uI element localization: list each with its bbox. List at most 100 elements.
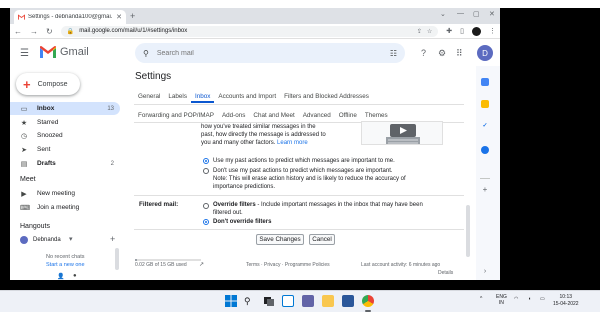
side-panel bbox=[476, 66, 500, 280]
chevron-up-icon[interactable]: ^ bbox=[480, 296, 482, 302]
tab-forwarding[interactable]: Forwarding and POP/IMAP bbox=[134, 109, 218, 122]
chrome-icon[interactable] bbox=[362, 295, 374, 307]
tab-inbox[interactable]: Inbox bbox=[190, 90, 215, 103]
override-filters-radio[interactable] bbox=[203, 203, 209, 209]
cancel-button[interactable]: Cancel bbox=[309, 234, 335, 245]
task-view-icon[interactable] bbox=[263, 295, 275, 307]
override-filters-label[interactable]: Override filters - Include important mes… bbox=[213, 201, 423, 209]
intro-line: past, how directly the message is addres… bbox=[201, 132, 326, 138]
widgets-icon[interactable] bbox=[282, 295, 294, 307]
address-bar[interactable]: 🔒 mail.google.com/mail/u/1/#settings/inb… bbox=[60, 25, 439, 37]
start-icon[interactable] bbox=[225, 295, 237, 307]
browser-tab[interactable]: Settings - debnanda100@gmai... ✕ bbox=[14, 10, 126, 24]
more-menu-icon[interactable]: ⋮ bbox=[489, 27, 496, 35]
use-past-actions-radio[interactable] bbox=[203, 158, 209, 164]
gmail-logo[interactable]: Gmail bbox=[40, 46, 89, 58]
search-bar[interactable]: ⚲ ☷ bbox=[135, 43, 405, 63]
tab-filters[interactable]: Filters and Blocked Addresses bbox=[280, 90, 373, 103]
gmail-favicon-icon bbox=[18, 14, 25, 20]
keep-icon[interactable] bbox=[481, 100, 489, 108]
sidebar-item-drafts[interactable]: ▤ Drafts 2 bbox=[10, 157, 120, 170]
search-options-icon[interactable]: ☷ bbox=[390, 49, 397, 58]
chevron-down-icon[interactable]: ▾ bbox=[69, 235, 73, 243]
open-storage-icon[interactable]: ↗ bbox=[199, 261, 204, 268]
language-indicator[interactable]: ENG IN bbox=[496, 294, 507, 306]
tab-accounts-import[interactable]: Accounts and Import bbox=[214, 90, 280, 103]
close-window-icon[interactable]: ✕ bbox=[489, 10, 495, 18]
chevron-down-icon[interactable]: ⌄ bbox=[440, 10, 446, 18]
settings-tabs-row1: General Labels Inbox Accounts and Import… bbox=[134, 90, 373, 103]
sidebar-item-snoozed[interactable]: ◷ Snoozed bbox=[10, 129, 120, 142]
start-new-chat-link[interactable]: Start a new one bbox=[46, 262, 85, 268]
add-chat-icon[interactable]: + bbox=[110, 234, 115, 244]
apps-grid-icon[interactable]: ⠿ bbox=[456, 48, 463, 59]
star-icon: ★ bbox=[20, 119, 28, 127]
extensions-icon[interactable]: ✚ bbox=[446, 27, 452, 35]
importance-intro: how you've treated similar messages in t… bbox=[201, 123, 326, 147]
dont-use-past-actions-label[interactable]: Don't use my past actions to predict whi… bbox=[213, 167, 393, 175]
details-link[interactable]: Details bbox=[438, 270, 453, 276]
join-meeting-link[interactable]: ⌨ Join a meeting bbox=[10, 201, 120, 214]
url-text[interactable]: mail.google.com/mail/u/1/#settings/inbox bbox=[79, 28, 412, 34]
calendar-icon[interactable] bbox=[481, 78, 489, 86]
dont-use-past-actions-radio[interactable] bbox=[203, 168, 209, 174]
forward-icon[interactable]: → bbox=[30, 27, 38, 36]
use-past-actions-label[interactable]: Use my past actions to predict which mes… bbox=[213, 157, 395, 165]
wifi-icon[interactable]: ◠ bbox=[514, 296, 518, 302]
new-tab-icon[interactable]: + bbox=[130, 11, 135, 21]
search-icon[interactable]: ⚲ bbox=[143, 49, 149, 58]
compose-label: Compose bbox=[37, 80, 68, 88]
teams-icon[interactable] bbox=[302, 295, 314, 307]
word-icon[interactable] bbox=[342, 295, 354, 307]
sidebar-item-starred[interactable]: ★ Starred bbox=[10, 116, 120, 129]
new-meeting-link[interactable]: ▶ New meeting bbox=[10, 187, 120, 200]
tab-labels[interactable]: Labels bbox=[164, 90, 191, 103]
compose-button[interactable]: + Compose bbox=[16, 73, 80, 95]
page-title: Settings bbox=[135, 71, 172, 82]
sidebar-item-inbox[interactable]: ▭ Inbox 13 bbox=[10, 102, 120, 115]
avatar[interactable]: D bbox=[477, 45, 493, 61]
bookmark-star-icon[interactable]: ☆ bbox=[427, 28, 432, 35]
contacts-icon[interactable] bbox=[481, 146, 489, 154]
battery-icon[interactable]: ▭ bbox=[540, 296, 545, 302]
minimize-icon[interactable]: — bbox=[457, 10, 464, 17]
back-icon[interactable]: ← bbox=[14, 27, 22, 36]
profile-icon[interactable] bbox=[472, 26, 481, 36]
tab-offline[interactable]: Offline bbox=[335, 109, 361, 122]
content-scrollbar[interactable] bbox=[466, 205, 470, 257]
dont-override-filters-label[interactable]: Don't override filters bbox=[213, 218, 271, 226]
main-menu-icon[interactable]: ☰ bbox=[20, 48, 29, 59]
side-panel-icon[interactable]: ▯ bbox=[460, 27, 464, 35]
footer-links[interactable]: Terms · Privacy · Programme Policies bbox=[246, 262, 330, 268]
tab-advanced[interactable]: Advanced bbox=[299, 109, 335, 122]
share-icon[interactable]: ⇪ bbox=[417, 28, 422, 35]
volume-icon[interactable]: ◖ bbox=[528, 296, 531, 302]
add-addon-icon[interactable]: + bbox=[481, 186, 489, 194]
person-icon[interactable]: 👤 bbox=[57, 273, 64, 280]
lock-icon[interactable]: 🔒 bbox=[67, 28, 74, 35]
tab-chat-meet[interactable]: Chat and Meet bbox=[249, 109, 298, 122]
tab-general[interactable]: General bbox=[134, 90, 164, 103]
tab-close-icon[interactable]: ✕ bbox=[116, 13, 122, 21]
sidebar-scrollbar[interactable] bbox=[115, 248, 119, 270]
gear-icon[interactable]: ⚙ bbox=[438, 48, 446, 59]
hangouts-user[interactable]: Debnanda bbox=[33, 237, 61, 243]
learn-more-link[interactable]: Learn more bbox=[277, 140, 308, 146]
save-changes-button[interactable]: Save Changes bbox=[256, 234, 304, 245]
search-input[interactable] bbox=[156, 49, 382, 57]
sidebar-item-sent[interactable]: ➤ Sent bbox=[10, 143, 120, 156]
maximize-icon[interactable]: ▢ bbox=[473, 10, 480, 18]
reload-icon[interactable]: ↻ bbox=[46, 27, 53, 36]
search-icon[interactable]: ⚲ bbox=[244, 295, 256, 307]
chat-bubble-icon[interactable]: ● bbox=[73, 273, 77, 279]
file-explorer-icon[interactable] bbox=[322, 295, 334, 307]
dont-override-filters-radio[interactable] bbox=[203, 219, 209, 225]
clock[interactable]: 10:13 15-04-2022 bbox=[553, 294, 579, 308]
tab-addons[interactable]: Add-ons bbox=[218, 109, 249, 122]
video-icon: ▶ bbox=[21, 190, 27, 198]
meet-item-label: Join a meeting bbox=[37, 204, 80, 211]
keyboard-icon: ⌨ bbox=[20, 204, 31, 212]
chevron-right-icon[interactable]: › bbox=[481, 268, 489, 276]
tasks-icon[interactable]: ✓ bbox=[481, 122, 489, 130]
help-icon[interactable]: ? bbox=[421, 48, 426, 58]
